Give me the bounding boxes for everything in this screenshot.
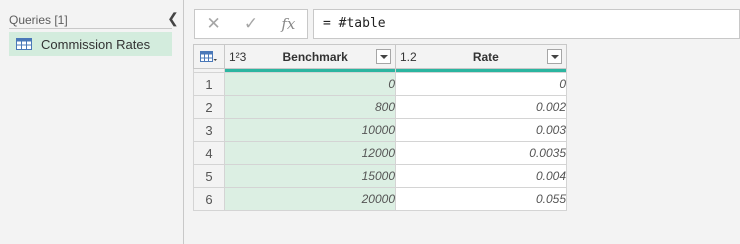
- collapse-chevron-icon[interactable]: ❮: [167, 10, 179, 26]
- row-number[interactable]: 5: [193, 164, 225, 188]
- main-area: ✕ ✓ fx = #table 1²3 Benchmark 1.2 Rate 1…: [184, 0, 740, 244]
- table-row: 1 0 0: [193, 72, 567, 96]
- table-row: 5 15000 0.004: [193, 164, 567, 188]
- chevron-down-icon: [379, 54, 388, 59]
- column-label: Benchmark: [282, 49, 348, 64]
- column-header-benchmark[interactable]: 1²3 Benchmark: [224, 44, 396, 69]
- rate-cell[interactable]: 0: [395, 72, 567, 96]
- table-row: 6 20000 0.055: [193, 187, 567, 211]
- rate-cell[interactable]: 0.055: [395, 187, 567, 211]
- type-badge-decimal[interactable]: 1.2: [400, 50, 417, 64]
- rate-cell[interactable]: 0.0035: [395, 141, 567, 165]
- row-number[interactable]: 2: [193, 95, 225, 119]
- filter-dropdown-button[interactable]: [547, 49, 562, 64]
- type-badge-whole-number[interactable]: 1²3: [229, 50, 246, 64]
- benchmark-cell[interactable]: 15000: [224, 164, 396, 188]
- benchmark-cell[interactable]: 800: [224, 95, 396, 119]
- chevron-down-icon: [550, 54, 559, 59]
- table-menu-icon: [200, 50, 217, 62]
- row-number[interactable]: 6: [193, 187, 225, 211]
- row-number[interactable]: 3: [193, 118, 225, 142]
- queries-header: Queries [1]: [9, 12, 172, 29]
- benchmark-cell[interactable]: 12000: [224, 141, 396, 165]
- table-icon: [16, 38, 32, 50]
- benchmark-cell[interactable]: 0: [224, 72, 396, 96]
- formula-input[interactable]: = #table: [313, 9, 740, 39]
- table-menu-corner[interactable]: [193, 44, 225, 69]
- query-item-label: Commission Rates: [41, 36, 151, 52]
- column-header-rate[interactable]: 1.2 Rate: [395, 44, 567, 69]
- data-grid: 1²3 Benchmark 1.2 Rate 1 0 0 2 800 0.002…: [193, 44, 567, 211]
- fx-icon[interactable]: fx: [270, 10, 307, 38]
- formula-buttons: ✕ ✓ fx: [194, 9, 308, 39]
- queries-pane: Queries [1] ❮ Commission Rates: [0, 0, 184, 244]
- filter-dropdown-button[interactable]: [376, 49, 391, 64]
- table-row: 2 800 0.002: [193, 95, 567, 119]
- table-row: 3 10000 0.003: [193, 118, 567, 142]
- table-row: 4 12000 0.0035: [193, 141, 567, 165]
- row-number[interactable]: 1: [193, 72, 225, 96]
- query-item-commission-rates[interactable]: Commission Rates: [9, 32, 172, 56]
- benchmark-cell[interactable]: 20000: [224, 187, 396, 211]
- column-label: Rate: [472, 49, 499, 64]
- rate-cell[interactable]: 0.002: [395, 95, 567, 119]
- check-icon[interactable]: ✓: [232, 10, 269, 38]
- close-icon[interactable]: ✕: [195, 10, 232, 38]
- rate-cell[interactable]: 0.003: [395, 118, 567, 142]
- row-number[interactable]: 4: [193, 141, 225, 165]
- rate-cell[interactable]: 0.004: [395, 164, 567, 188]
- benchmark-cell[interactable]: 10000: [224, 118, 396, 142]
